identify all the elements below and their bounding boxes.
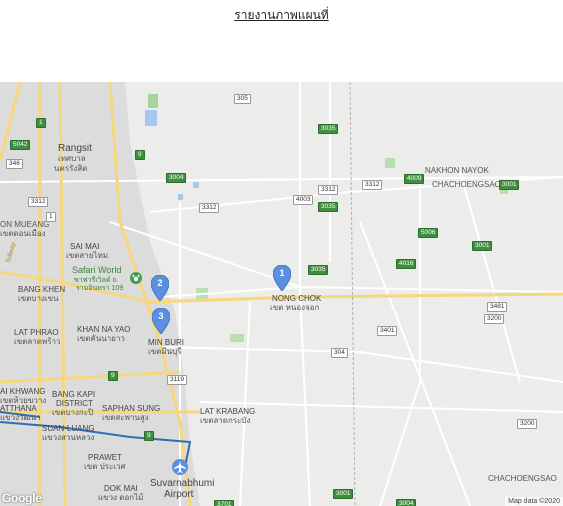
- route-shield: 304: [331, 348, 348, 358]
- route-shield: 9: [144, 431, 154, 441]
- place-label: CHACHOENGSAO: [432, 180, 501, 189]
- route-shield: 3312: [362, 180, 383, 190]
- place-label: เขตบางเขน: [18, 294, 59, 303]
- place-label: MIN BURI: [148, 338, 184, 347]
- place-label: แขวง ดอกไม้: [98, 493, 144, 502]
- route-shield: 1: [36, 118, 46, 128]
- marker-label: 2: [157, 278, 163, 288]
- place-label: เขตสายไหม: [66, 251, 109, 260]
- google-logo: Google: [2, 491, 42, 505]
- place-label: BANG KHEN: [18, 285, 66, 294]
- place-label: เขต ประเวศ: [84, 462, 126, 471]
- place-label: NAKHON NAYOK: [425, 166, 489, 175]
- route-shield: 3119: [167, 375, 187, 385]
- route-shield: 3401: [377, 326, 398, 336]
- place-label: ATTHANA: [0, 404, 37, 413]
- place-label: KHAN NA YAO: [77, 325, 131, 334]
- map-view[interactable]: Rangsit เทศบาล นครรังสิต ON MUEANG เขตดอ…: [0, 82, 563, 506]
- place-label: SUAN-LUANG: [42, 424, 95, 433]
- place-label: BANG KAPI: [52, 390, 96, 399]
- place-label: SAPHAN SUNG: [102, 404, 161, 413]
- route-shield: 3035: [318, 202, 339, 212]
- map-marker-2[interactable]: 2: [151, 275, 169, 301]
- route-shield: 4003: [293, 195, 314, 205]
- route-shield: 3035: [308, 265, 329, 275]
- route-shield: 5042: [10, 140, 31, 150]
- place-label: Rangsit: [58, 143, 92, 154]
- route-shield: 3001: [472, 241, 493, 251]
- place-label: เขตมีนบุรี: [148, 347, 182, 356]
- place-label: เขตดอนเมือง: [0, 229, 46, 238]
- place-label: เขตลาดพร้าว: [14, 337, 61, 346]
- place-label: CHACHOENGSAO: [488, 474, 557, 483]
- place-label: แขวงสวนหลวง: [42, 433, 95, 442]
- place-label: SAI MAI: [70, 242, 100, 251]
- route-shield: 3312: [199, 203, 220, 213]
- place-label: AI KHWANG: [0, 387, 46, 396]
- map-attribution[interactable]: Map data ©2020: [505, 497, 563, 506]
- place-label: PRAWET: [88, 453, 122, 462]
- route-shield: 3035: [318, 124, 339, 134]
- place-label: Airport: [164, 489, 194, 500]
- route-shield: 9: [108, 371, 118, 381]
- route-shield: 1: [46, 212, 56, 222]
- place-label: ON MUEANG: [0, 220, 50, 229]
- place-label: นครรังสิต: [54, 164, 88, 173]
- park-icon: [130, 272, 142, 284]
- place-label: เทศบาล: [58, 154, 86, 163]
- place-label: LAT KRABANG: [200, 407, 256, 416]
- place-label: เขตคันนายาว: [77, 334, 125, 343]
- place-label: รามอินทรา 109: [76, 285, 124, 292]
- route-shield: 3312: [318, 185, 339, 195]
- route-shield: 5006: [418, 228, 439, 238]
- route-shield: 3200: [484, 314, 505, 324]
- place-label: เขตบางกะปิ: [52, 408, 94, 417]
- map-marker-1[interactable]: 1: [273, 265, 291, 291]
- place-label: แขวงวัฒนา: [0, 413, 41, 422]
- place-label: เขตลาดกระบัง: [200, 416, 251, 425]
- route-shield: 3200: [517, 419, 538, 429]
- route-shield: 3004: [166, 173, 187, 183]
- route-shield: 3001: [499, 180, 520, 190]
- page-title: รายงานภาพแผนที่: [234, 8, 329, 22]
- route-shield: 3701: [214, 500, 235, 506]
- place-label: NONG CHOK: [272, 294, 322, 303]
- route-shield: 9: [135, 150, 145, 160]
- route-shield: 3004: [396, 499, 417, 506]
- route-shield: 3481: [487, 302, 508, 312]
- route-shield: 305: [234, 94, 251, 104]
- airport-icon: [172, 459, 188, 475]
- place-label: Suvarnabhumi: [150, 478, 215, 489]
- route-shield: 3001: [333, 489, 354, 499]
- place-label: DOK MAI: [104, 484, 138, 493]
- route-shield: 4016: [396, 259, 417, 269]
- route-shield: 4009: [404, 174, 425, 184]
- place-label: DISTRICT: [56, 399, 93, 408]
- place-label: Safari World: [72, 265, 122, 275]
- place-label: LAT PHRAO: [14, 328, 59, 337]
- marker-label: 1: [279, 268, 285, 278]
- place-label: เขตสะพานสูง: [102, 413, 149, 422]
- route-shield: 346: [6, 159, 23, 169]
- map-marker-3[interactable]: 3: [152, 308, 170, 334]
- marker-label: 3: [158, 311, 164, 321]
- place-label: เขต หนองจอก: [270, 303, 320, 312]
- route-shield: 3312: [28, 197, 49, 207]
